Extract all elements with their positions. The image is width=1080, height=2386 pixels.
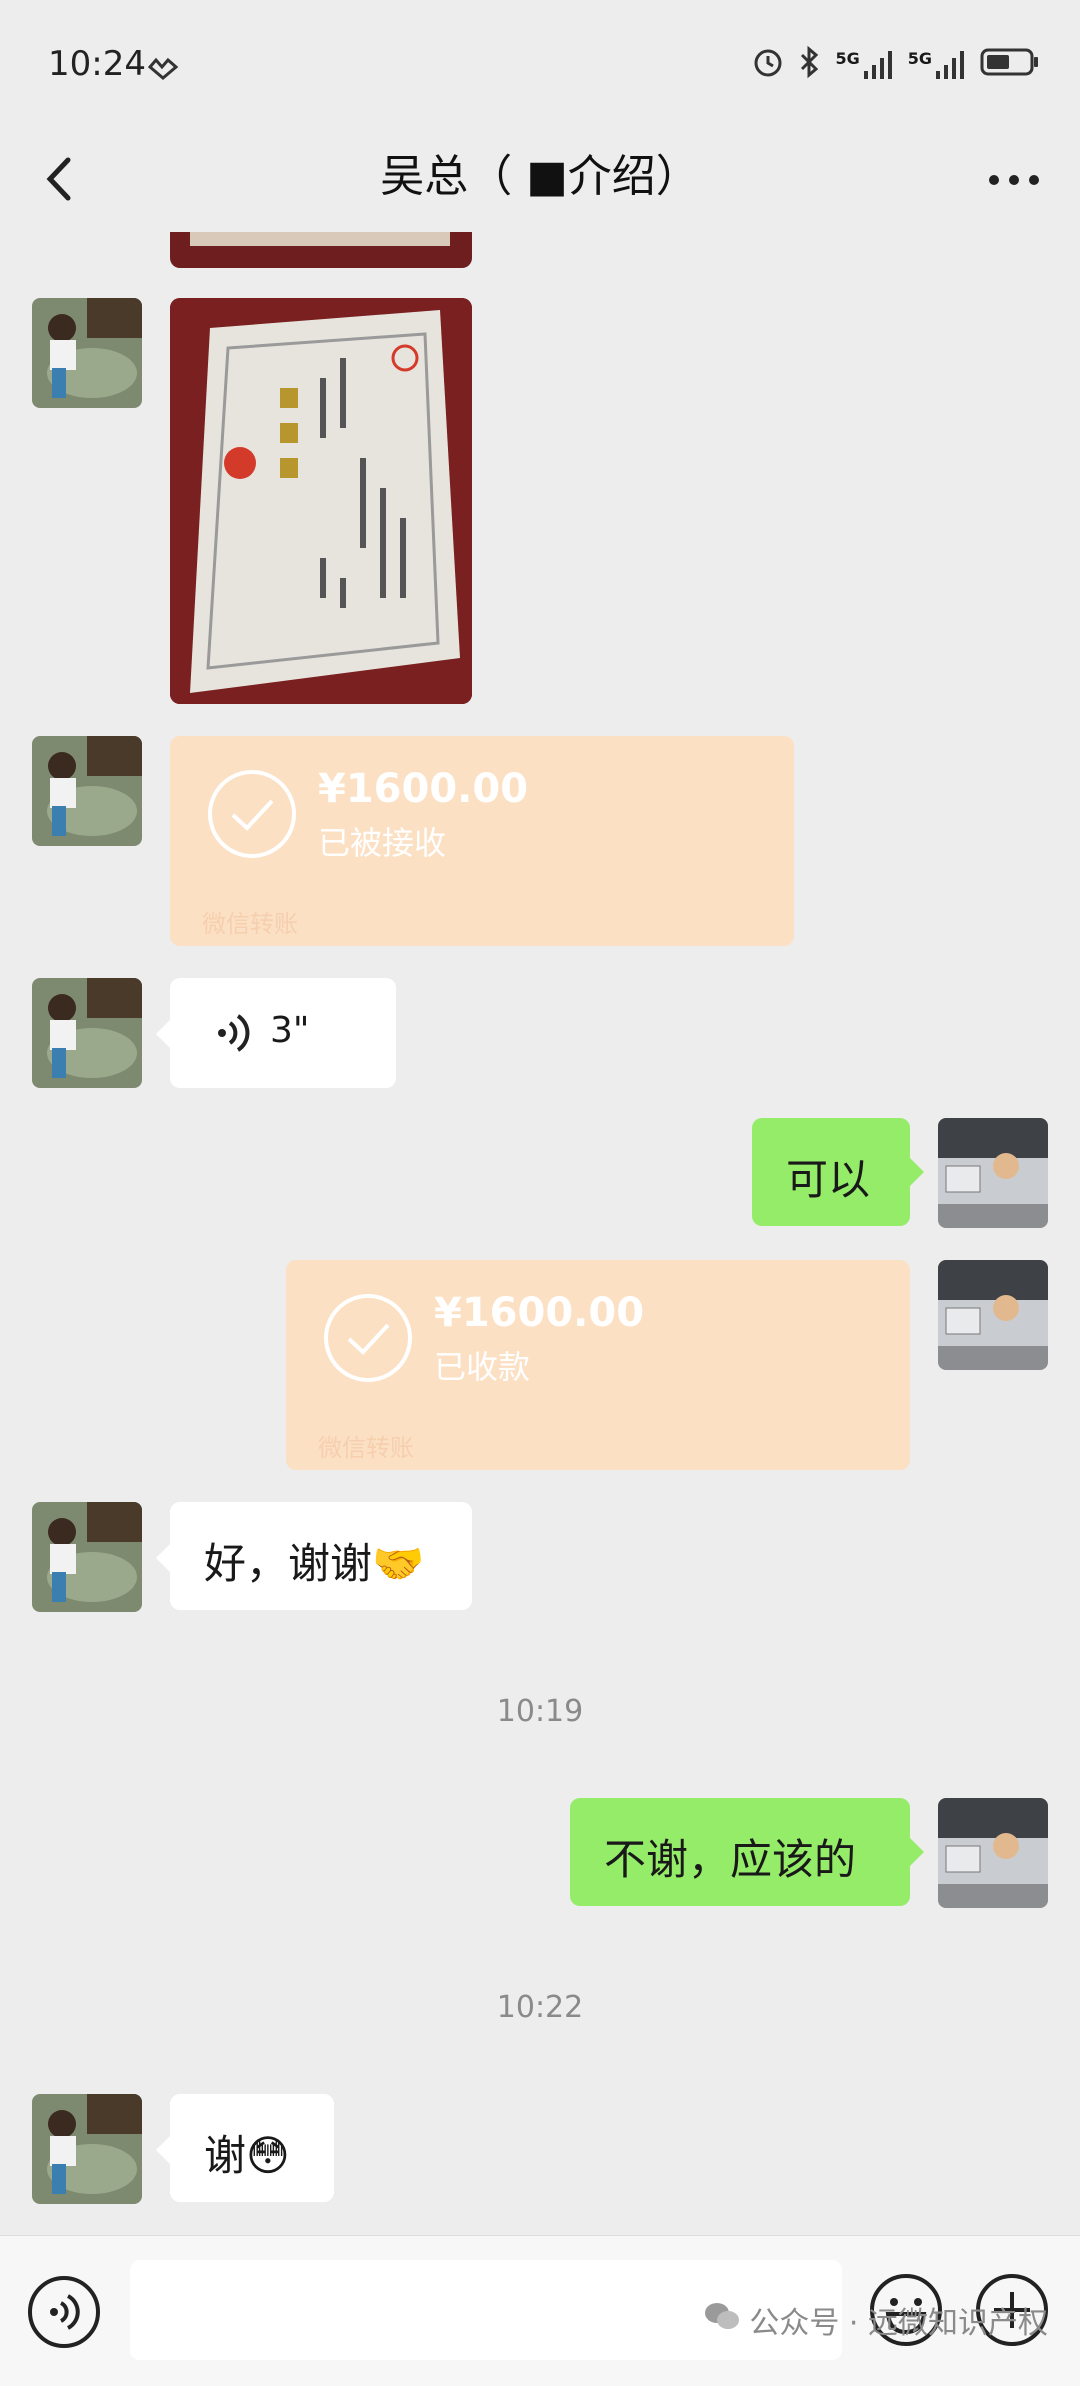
wechat-icon: [703, 2300, 741, 2340]
transfer-amount: ¥1600.00: [318, 766, 529, 812]
message-text: 谢😳: [204, 2131, 290, 2180]
transfer-status: 已被接收: [318, 824, 447, 862]
sent-message[interactable]: 不谢，应该的: [570, 1798, 910, 1906]
chat-title: 吴总（ ■介绍）: [380, 151, 700, 202]
watermark-text: 公众号 · 远微知识产权: [749, 2306, 1048, 2341]
signal-icon: 5G: [835, 49, 893, 79]
timestamp: 10:22: [496, 1990, 584, 2025]
avatar[interactable]: [32, 2094, 142, 2204]
alarm-icon: [751, 45, 785, 83]
voice-duration: 3": [270, 1010, 310, 1051]
my-avatar[interactable]: [938, 1260, 1048, 1370]
avatar[interactable]: [32, 298, 142, 408]
voice-input-icon[interactable]: [26, 2274, 102, 2354]
transfer-card-received[interactable]: ¥1600.00 已被接收 微信转账: [170, 736, 794, 946]
status-time: 10:24: [48, 44, 146, 84]
signal-icon: 5G: [908, 49, 966, 79]
transfer-source: 微信转账: [318, 1434, 414, 1462]
my-avatar[interactable]: [938, 1798, 1048, 1908]
message-text: 不谢，应该的: [604, 1835, 857, 1884]
certificate-image[interactable]: [170, 298, 472, 704]
transfer-card-collected[interactable]: ¥1600.00 已收款 微信转账: [286, 1260, 910, 1470]
message-text: 可以: [786, 1155, 871, 1204]
avatar[interactable]: [32, 978, 142, 1088]
bubble-tail: [156, 2136, 170, 2164]
avatar[interactable]: [32, 1502, 142, 1612]
bluetooth-icon: [799, 45, 821, 83]
timestamp: 10:19: [496, 1694, 584, 1729]
more-icon[interactable]: [984, 160, 1044, 200]
watermark: 公众号 · 远微知识产权: [703, 2298, 1048, 2342]
message-text: 好，谢谢🤝: [204, 1539, 425, 1588]
transfer-status: 已收款: [434, 1348, 531, 1386]
bubble-tail: [156, 1544, 170, 1572]
chat-header: 吴总（ ■介绍）: [0, 130, 1080, 230]
network-type-label: 5G: [835, 49, 860, 68]
received-message[interactable]: 谢😳: [170, 2094, 334, 2202]
transfer-amount: ¥1600.00: [434, 1290, 645, 1336]
bubble-tail: [910, 1838, 924, 1866]
voice-wave-icon: [216, 1012, 252, 1064]
avatar[interactable]: [32, 736, 142, 846]
voice-message[interactable]: 3": [170, 978, 396, 1088]
received-message[interactable]: 好，谢谢🤝: [170, 1502, 472, 1610]
transfer-source: 微信转账: [202, 910, 298, 938]
bubble-tail: [156, 1020, 170, 1048]
check-circle-icon: [206, 768, 298, 864]
battery-icon: [980, 47, 1040, 81]
heart-rate-icon: [146, 54, 180, 84]
my-avatar[interactable]: [938, 1118, 1048, 1228]
network-type-label: 5G: [907, 49, 932, 68]
sent-message[interactable]: 可以: [752, 1118, 910, 1226]
bubble-tail: [910, 1158, 924, 1186]
check-circle-icon: [322, 1292, 414, 1388]
image-message-partial[interactable]: [170, 232, 472, 268]
status-bar: 10:24 5G 5G: [0, 0, 1080, 130]
